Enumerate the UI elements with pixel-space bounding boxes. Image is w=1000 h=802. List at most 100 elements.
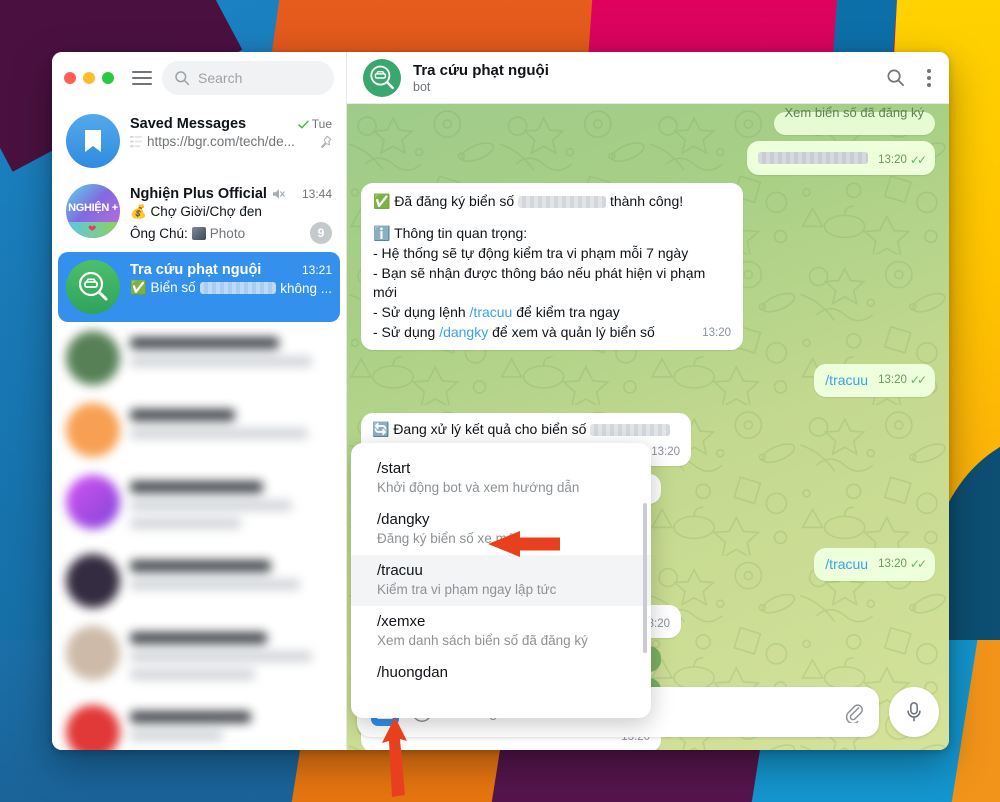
chat-preview-text: Photo — [209, 225, 246, 241]
microphone-glyph — [907, 702, 921, 722]
command-description: Kiểm tra vi phạm ngay lập tức — [377, 582, 557, 597]
command-description: Xem danh sách biển số đã đăng ký — [377, 633, 588, 648]
message-text-suffix: thành công! — [609, 192, 684, 209]
chat-list-item-tra-cuu-phat-nguoi[interactable]: Tra cứu phạt nguội 13:21 ✅ Biển số không… — [58, 252, 340, 322]
message-text: Xem biển số đã đăng ký — [784, 105, 924, 120]
message-bubble-partial[interactable]: Xem biển số đã đăng ký — [773, 105, 935, 135]
chat-preview-sender: Ông Chú: — [130, 225, 188, 241]
redacted-text — [758, 152, 869, 165]
chat-time-label: 13:21 — [301, 263, 332, 277]
annotation-arrow-composer — [382, 717, 407, 797]
avatar — [66, 626, 120, 680]
read-ticks-icon: ✓✓ — [909, 152, 927, 167]
command-item-huongdan[interactable]: /huongdan — [351, 657, 651, 690]
chat-title: Nghiện Plus Official — [130, 186, 267, 202]
command-item-start[interactable]: /start Khởi động bot và xem hướng dẫn — [351, 453, 651, 504]
photo-thumbnail-icon — [191, 226, 206, 240]
bookmark-icon — [85, 130, 101, 152]
link-preview-icon — [130, 135, 143, 148]
message-meta: 13:20 — [651, 444, 680, 460]
message-text: 🔄 Đang xử lý kết quả cho biển số — [372, 420, 587, 437]
message-text: /tracuu — [825, 372, 869, 389]
message-text: - Sử dụng lệnh — [373, 304, 470, 321]
avatar — [66, 475, 120, 529]
search-icon[interactable] — [886, 68, 905, 87]
message-bubble[interactable]: ✅ Đã đăng ký biển số thành công! ℹ️ Thôn… — [361, 182, 743, 351]
message-line-bullet-1: - Hệ thống sẽ tự động kiểm tra vi phạm m… — [373, 244, 689, 261]
message-line-success: ✅ Đã đăng ký biển số thành công! — [373, 192, 731, 212]
pin-icon — [320, 135, 332, 148]
message-list[interactable]: Xem biển số đã đăng ký 13:20 ✓✓ ✅ Đã đăn… — [347, 104, 949, 750]
read-ticks-icon: ✓✓ — [909, 373, 927, 388]
message-time: 13:20 — [878, 374, 907, 387]
command-link-tracuu[interactable]: /tracuu — [470, 304, 513, 320]
message-line-bullet-4: - Sử dụng /dangky để xem và quản lý biển… — [373, 323, 731, 343]
redacted-plate — [590, 424, 671, 437]
avatar — [66, 260, 120, 314]
message-row-incoming[interactable]: ✅ Đã đăng ký biển số thành công! ℹ️ Thôn… — [361, 182, 935, 351]
message-row-outgoing[interactable]: 13:20 ✓✓ — [361, 140, 935, 175]
chat-list-item-blurred[interactable] — [58, 322, 340, 394]
command-name: /huongdan — [377, 664, 448, 681]
chat-preview-line-1: 💰 Chợ Giời/Chợ đen — [130, 204, 332, 220]
avatar: NGHIỆN + ❤ — [66, 184, 120, 238]
chat-time-label: Tue — [311, 117, 332, 131]
command-suggestions-list[interactable]: /start Khởi động bot và xem hướng dẫn /d… — [351, 443, 651, 718]
message-text: ✅ Đã đăng ký biển số — [373, 192, 515, 209]
avatar — [66, 114, 120, 168]
telegram-window: Search Saved Messages Tue https://bgr.co… — [52, 52, 949, 750]
chat-list-item-blurred[interactable] — [58, 394, 340, 466]
car-search-icon — [78, 271, 108, 301]
chat-list-item-blurred[interactable] — [58, 696, 340, 750]
sidebar-toolbar: Search — [52, 52, 346, 104]
avatar — [66, 554, 120, 608]
chat-time-label: 13:44 — [301, 187, 332, 201]
message-bubble[interactable]: /tracuu 13:20 ✓✓ — [814, 364, 935, 397]
chat-timestamp: 13:21 — [302, 263, 332, 277]
chat-list-item-blurred[interactable] — [58, 545, 340, 617]
chat-preview: ✅ Biển số không ... — [130, 280, 332, 296]
chat-header-avatar[interactable] — [363, 58, 401, 97]
command-suggestions-panel[interactable]: /start Khởi động bot và xem hướng dẫn /d… — [351, 443, 651, 718]
chat-title: Saved Messages — [130, 116, 247, 132]
message-row-partial-top[interactable]: Xem biển số đã đăng ký — [361, 105, 935, 135]
close-button[interactable] — [64, 72, 76, 84]
more-options-icon[interactable] — [927, 68, 931, 87]
message-meta: 13:20 ✓✓ — [878, 152, 927, 169]
microphone-icon[interactable] — [889, 687, 939, 737]
message-meta: 13:20 ✓✓ — [878, 556, 927, 573]
chat-panel: Tra cứu phạt nguội bot Xem biển số đã đă… — [347, 52, 949, 750]
annotation-arrow-dropdown — [488, 531, 560, 557]
minimize-button[interactable] — [83, 72, 95, 84]
chat-list-item-blurred[interactable] — [58, 617, 340, 696]
chat-list[interactable]: Saved Messages Tue https://bgr.com/tech/… — [52, 104, 346, 750]
zoom-button[interactable] — [102, 72, 114, 84]
message-time: 13:20 — [878, 154, 907, 167]
chat-timestamp: 13:44 — [302, 187, 332, 201]
search-input[interactable]: Search — [162, 61, 334, 95]
command-name: /start — [377, 460, 411, 477]
command-link-dangky[interactable]: /dangky — [439, 324, 488, 340]
message-bubble[interactable]: 13:20 ✓✓ — [747, 140, 935, 175]
paperclip-icon[interactable] — [843, 701, 865, 723]
command-item-xemxe[interactable]: /xemxe Xem danh sách biển số đã đăng ký — [351, 606, 651, 657]
message-bubble[interactable]: /tracuu 13:20 ✓✓ — [814, 548, 935, 581]
avatar-label: NGHIỆN + — [68, 202, 118, 214]
hamburger-icon[interactable] — [132, 71, 152, 85]
check-icon — [298, 120, 309, 128]
message-text: để kiểm tra ngay — [512, 304, 620, 321]
chat-list-item-saved-messages[interactable]: Saved Messages Tue https://bgr.com/tech/… — [58, 106, 340, 176]
avatar — [66, 403, 120, 457]
command-list-scrollbar[interactable] — [643, 503, 647, 653]
window-traffic-lights[interactable] — [64, 72, 114, 84]
page-title: Tra cứu phạt nguội — [413, 61, 549, 79]
message-row-outgoing[interactable]: /tracuu 13:20 ✓✓ — [361, 364, 935, 397]
message-meta: 13:20 — [702, 325, 731, 341]
command-name: /xemxe — [377, 613, 426, 630]
chat-title: Tra cứu phạt nguội — [130, 262, 262, 278]
chat-list-item-blurred[interactable] — [58, 466, 340, 545]
search-placeholder: Search — [198, 70, 243, 86]
read-ticks-icon: ✓✓ — [909, 557, 927, 572]
message-text: /tracuu — [825, 556, 869, 573]
chat-list-item-nghien-plus[interactable]: NGHIỆN + ❤ Nghiện Plus Official 13:44 💰 … — [58, 176, 340, 252]
